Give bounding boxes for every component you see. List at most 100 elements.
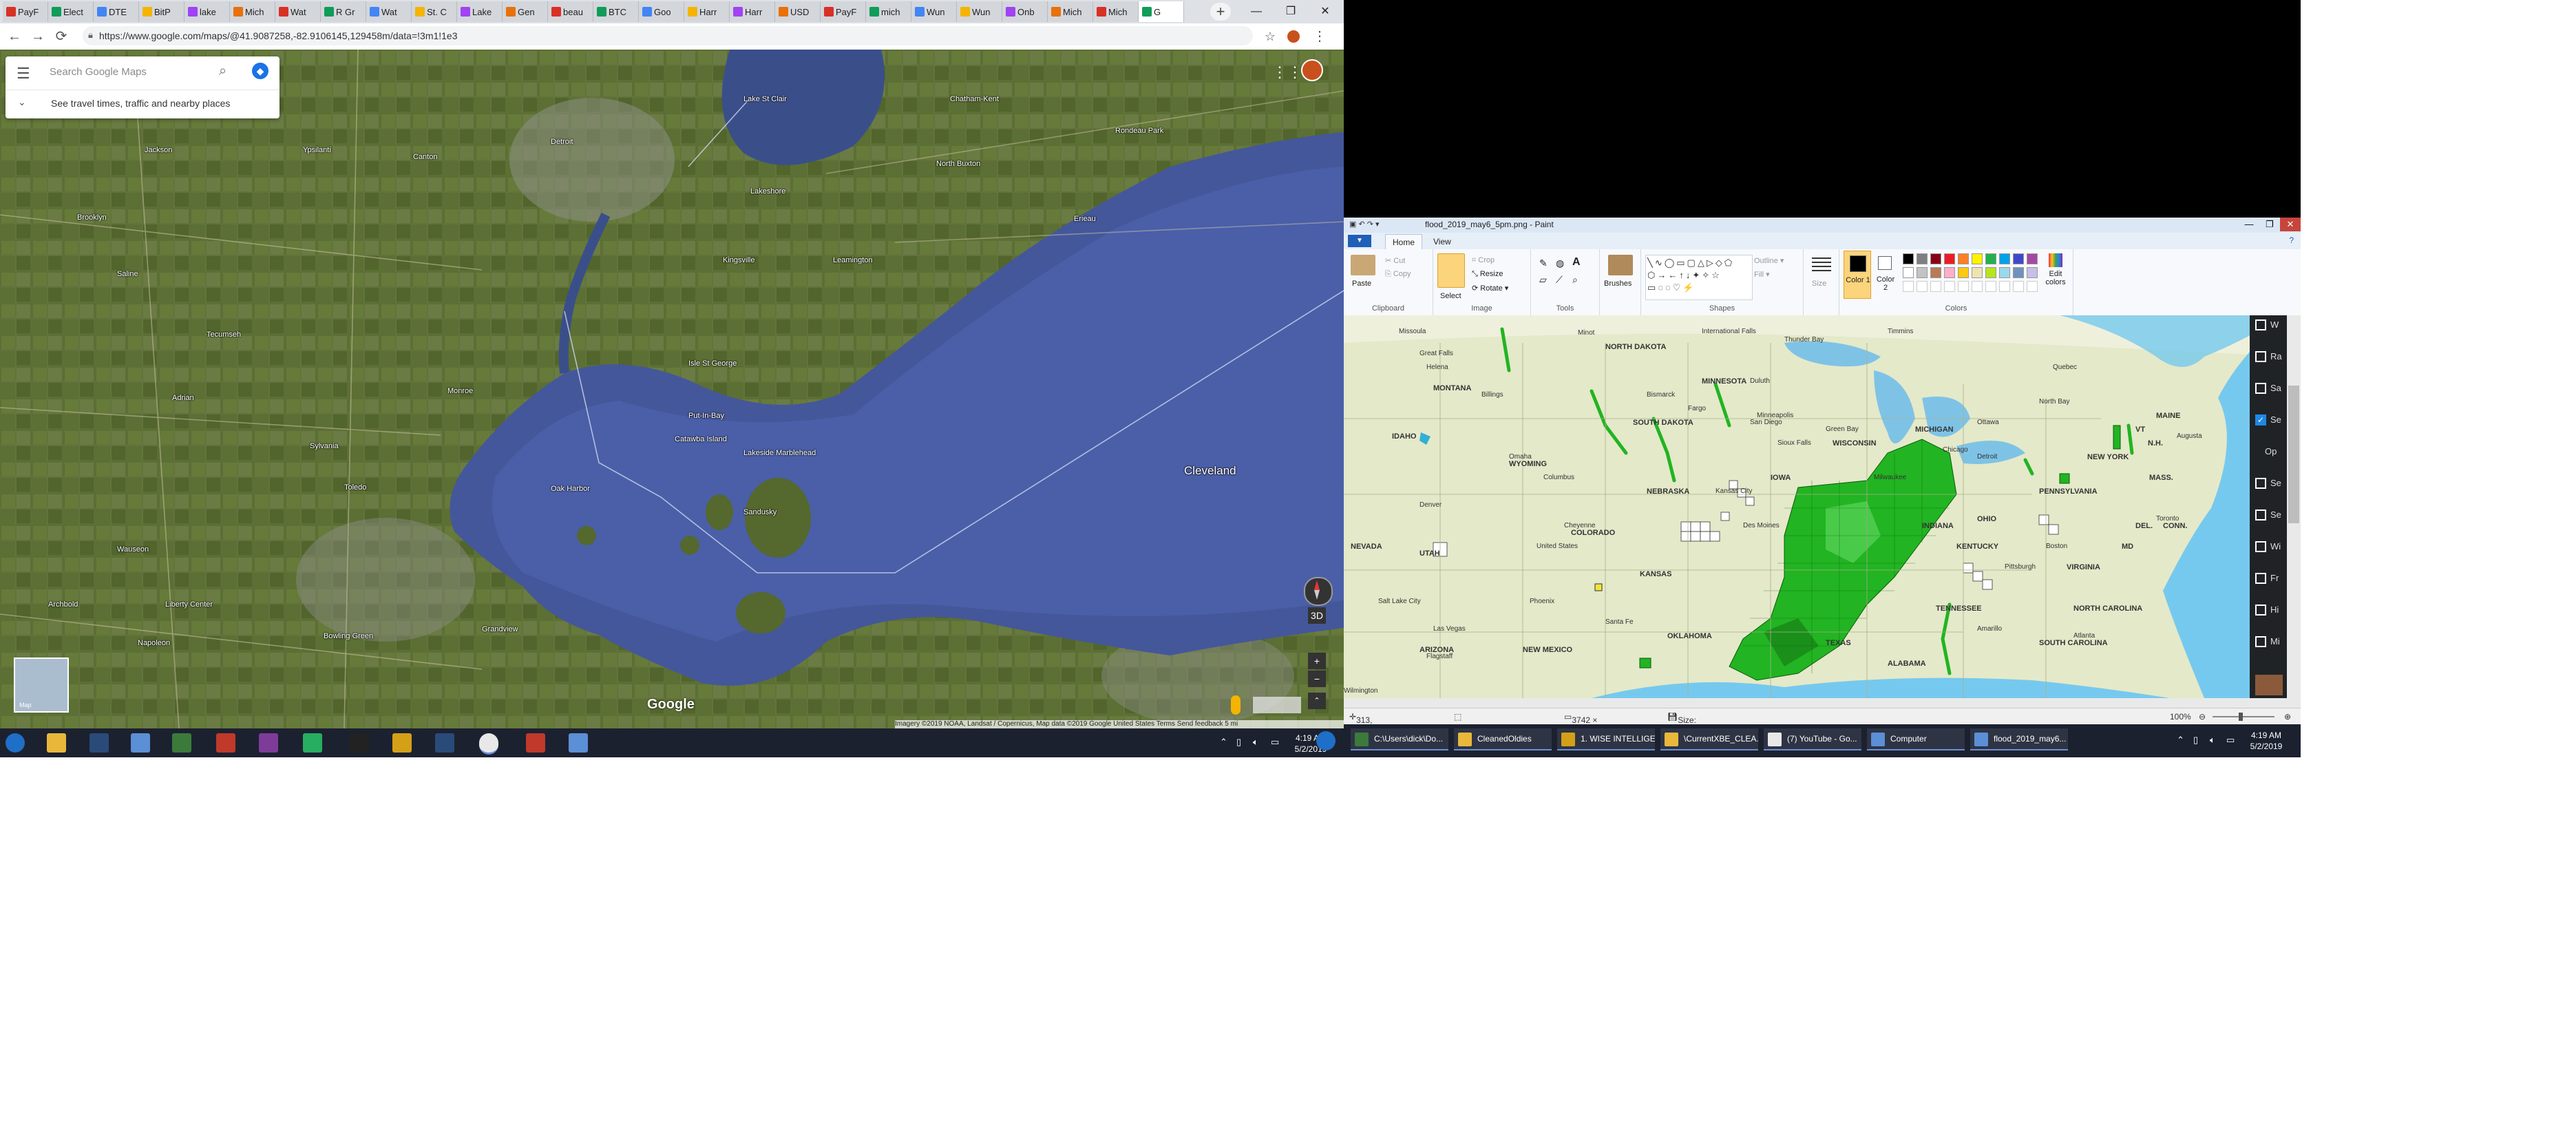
palette-swatch[interactable]	[1958, 267, 1969, 278]
terminal-icon[interactable]	[350, 733, 369, 753]
layer-checkbox[interactable]	[2255, 573, 2266, 584]
size-button[interactable]: Size	[1812, 280, 1826, 288]
tab-home[interactable]: Home	[1385, 234, 1423, 250]
forward-button[interactable]: →	[29, 28, 47, 45]
pycharm-icon[interactable]	[303, 733, 322, 753]
browser-tab[interactable]: mich	[866, 1, 911, 22]
place-label[interactable]: Put-In-Bay	[688, 412, 724, 420]
place-label[interactable]: Oak Harbor	[551, 485, 590, 493]
app-icon[interactable]	[216, 733, 235, 753]
empty-swatch[interactable]	[1972, 281, 1983, 292]
palette-swatch[interactable]	[1903, 267, 1914, 278]
place-label[interactable]: Catawba Island	[675, 435, 727, 443]
outline-button[interactable]: Outline ▾	[1754, 256, 1784, 265]
place-label[interactable]: Brooklyn	[77, 213, 107, 222]
browser-tab[interactable]: Wun	[957, 1, 1002, 22]
hamburger-menu-icon[interactable]: ☰	[17, 65, 30, 83]
reload-button[interactable]: ⟳	[52, 28, 70, 45]
app-icon[interactable]	[392, 733, 412, 753]
place-label[interactable]: Adrian	[172, 394, 194, 402]
rotate-button[interactable]: ⟳ Rotate ▾	[1472, 284, 1508, 293]
color1-button[interactable]: Color 1	[1844, 251, 1871, 299]
tab-view[interactable]: View	[1426, 234, 1458, 249]
size-icon[interactable]	[1812, 257, 1831, 273]
palette-swatch[interactable]	[2027, 267, 2038, 278]
paste-button[interactable]: Paste	[1352, 280, 1371, 288]
palette-swatch[interactable]	[1917, 253, 1928, 264]
chrome-icon[interactable]	[479, 733, 498, 755]
layer-toggle-map[interactable]: Map	[14, 658, 69, 713]
color2-button[interactable]: Color 2	[1874, 251, 1897, 299]
empty-swatch[interactable]	[2013, 281, 2024, 292]
taskbar-window-button[interactable]: C:\Users\dick\Do...	[1351, 728, 1448, 750]
browser-tab[interactable]: Goo	[639, 1, 684, 22]
palette-swatch[interactable]	[1999, 253, 2010, 264]
resize-button[interactable]: ⤡ Resize	[1472, 270, 1503, 279]
start-button-icon[interactable]	[1316, 731, 1335, 750]
empty-swatch[interactable]	[1917, 281, 1928, 292]
browser-tab[interactable]: Mich	[1093, 1, 1139, 22]
place-label[interactable]: Grandview	[482, 625, 518, 633]
empty-swatch[interactable]	[1999, 281, 2010, 292]
scrollbar-thumb[interactable]	[2288, 386, 2299, 523]
browser-tab[interactable]: PayF	[821, 1, 866, 22]
taskbar-window-button[interactable]: \CurrentXBE_CLEA...	[1660, 728, 1758, 750]
steam-icon[interactable]	[89, 733, 109, 753]
browser-tab[interactable]: USD	[775, 1, 821, 22]
tray-arrow-icon[interactable]: ⌃	[1220, 737, 1227, 748]
new-tab-button[interactable]: +	[1210, 3, 1231, 21]
clock[interactable]: 4:19 AM 5/2/2019	[2239, 730, 2294, 752]
browser-tab[interactable]: BTC	[593, 1, 639, 22]
place-label[interactable]: Lakeshore	[750, 187, 785, 196]
place-label[interactable]: Wauseon	[117, 545, 149, 554]
empty-swatch[interactable]	[2027, 281, 2038, 292]
place-label[interactable]: Bowling Green	[324, 632, 373, 640]
palette-swatch[interactable]	[1972, 253, 1983, 264]
quick-access-toolbar[interactable]: ▣ ↶ ↷ ▾	[1349, 220, 1380, 229]
browser-tab[interactable]: Wat	[366, 1, 412, 22]
empty-swatch[interactable]	[1944, 281, 1955, 292]
layer-checkbox[interactable]: ✓	[2255, 414, 2266, 425]
search-input[interactable]: Search Google Maps	[50, 66, 147, 78]
file-explorer-icon[interactable]	[47, 733, 66, 753]
palette-swatch[interactable]	[2013, 267, 2024, 278]
palette-swatch[interactable]	[1985, 267, 1996, 278]
palette-swatch[interactable]	[1930, 267, 1941, 278]
place-label[interactable]: Chatham-Kent	[950, 95, 999, 103]
place-label[interactable]: North Buxton	[936, 160, 980, 168]
help-icon[interactable]: ?	[2289, 235, 2294, 245]
layer-checkbox[interactable]	[2255, 351, 2266, 362]
zoom-in-button[interactable]: +	[1308, 653, 1326, 669]
notification-icon[interactable]: ▭	[2226, 735, 2235, 746]
layer-checkbox[interactable]	[2255, 541, 2266, 552]
edit-colors-button[interactable]: Edit colors	[2043, 252, 2068, 293]
browser-tab[interactable]: DTE	[94, 1, 139, 22]
place-label[interactable]: Archbold	[48, 600, 78, 609]
place-label[interactable]: Jackson	[145, 146, 172, 154]
search-icon[interactable]: ⌕	[219, 63, 226, 79]
place-label[interactable]: Liberty Center	[165, 600, 213, 609]
zoom-slider[interactable]	[2213, 716, 2274, 717]
horizontal-scrollbar[interactable]	[1344, 698, 2287, 708]
browser-tab[interactable]: BitP	[139, 1, 184, 22]
app-icon[interactable]	[172, 733, 191, 753]
browser-tab[interactable]: lake	[184, 1, 230, 22]
empty-swatch[interactable]	[1903, 281, 1914, 292]
notification-icon[interactable]: ▭	[1271, 737, 1279, 748]
place-label[interactable]: Ypsilanti	[303, 146, 331, 154]
layer-checkbox[interactable]	[2255, 319, 2266, 330]
tilt-3d-button[interactable]: 3D	[1308, 607, 1326, 624]
taskbar-window-button[interactable]: 1. WISE INTELLIGE...	[1557, 728, 1655, 750]
browser-tab[interactable]: Gen	[503, 1, 548, 22]
browser-tab[interactable]: St. C	[412, 1, 457, 22]
imagery-thumbnails[interactable]	[1253, 697, 1301, 713]
browser-tab[interactable]: Mich	[230, 1, 275, 22]
layer-checkbox[interactable]	[2255, 478, 2266, 489]
browser-tab[interactable]: Harr	[730, 1, 775, 22]
palette-swatch[interactable]	[1903, 253, 1914, 264]
place-label[interactable]: Napoleon	[138, 639, 170, 647]
travel-times-hint[interactable]: See travel times, traffic and nearby pla…	[51, 98, 230, 109]
place-label[interactable]: Saline	[117, 270, 138, 278]
palette-swatch[interactable]	[1985, 253, 1996, 264]
taskbar-window-button[interactable]: flood_2019_may6...	[1970, 728, 2068, 750]
